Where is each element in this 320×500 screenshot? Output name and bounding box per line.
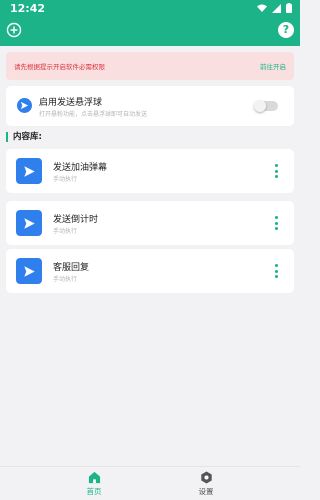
settings-icon [200,471,212,484]
list-item-title: 发送加油弹幕 [53,163,108,173]
status-time: 12:42 [10,2,46,15]
section-title: 内容库: [6,132,42,142]
float-ball-toggle[interactable] [254,100,278,112]
list-item[interactable]: 客服回复 手动执行 [6,249,294,293]
nav-label-home: 首页 [86,487,102,496]
list-item-subtitle: 手动执行 [53,228,78,235]
send-icon [16,210,42,236]
float-ball-subtitle: 打开悬粉功能，点击悬浮球即可自动发送 [39,111,148,118]
status-icons [257,3,292,13]
float-ball-title: 启用发送悬浮球 [39,98,103,108]
enable-permission-link[interactable]: 前往开启 [260,61,286,71]
send-icon [16,158,42,184]
nav-label-settings: 设置 [198,487,214,496]
send-icon [17,98,32,113]
signal-icon [272,3,281,13]
more-vert-icon[interactable] [274,216,278,230]
wifi-icon [257,4,267,12]
list-item-subtitle: 手动执行 [53,176,78,183]
list-item[interactable]: 发送加油弹幕 手动执行 [6,149,294,193]
list-item-subtitle: 手动执行 [53,276,78,283]
list-item-title: 发送倒计时 [53,215,99,225]
nav-item-settings[interactable]: 设置 [176,471,236,499]
more-vert-icon[interactable] [274,264,278,278]
app-bar: 12:42 ? [0,0,300,46]
float-ball-card: 启用发送悬浮球 打开悬粉功能，点击悬浮球即可自动发送 [6,86,294,126]
permission-alert: 请先根据提示开启软件必需权限 前往开启 [6,52,294,80]
help-icon[interactable]: ? [278,22,294,38]
add-circle-icon[interactable] [6,22,22,38]
home-icon [88,471,100,484]
nav-item-home[interactable]: 首页 [64,471,124,499]
list-item-title: 客服回复 [53,263,90,273]
alert-text: 请先根据提示开启软件必需权限 [14,63,105,71]
toggle-knob [254,100,266,112]
bottom-nav: 首页 设置 [0,466,300,500]
send-icon [16,258,42,284]
list-item[interactable]: 发送倒计时 手动执行 [6,201,294,245]
battery-icon [286,3,292,13]
more-vert-icon[interactable] [274,164,278,178]
